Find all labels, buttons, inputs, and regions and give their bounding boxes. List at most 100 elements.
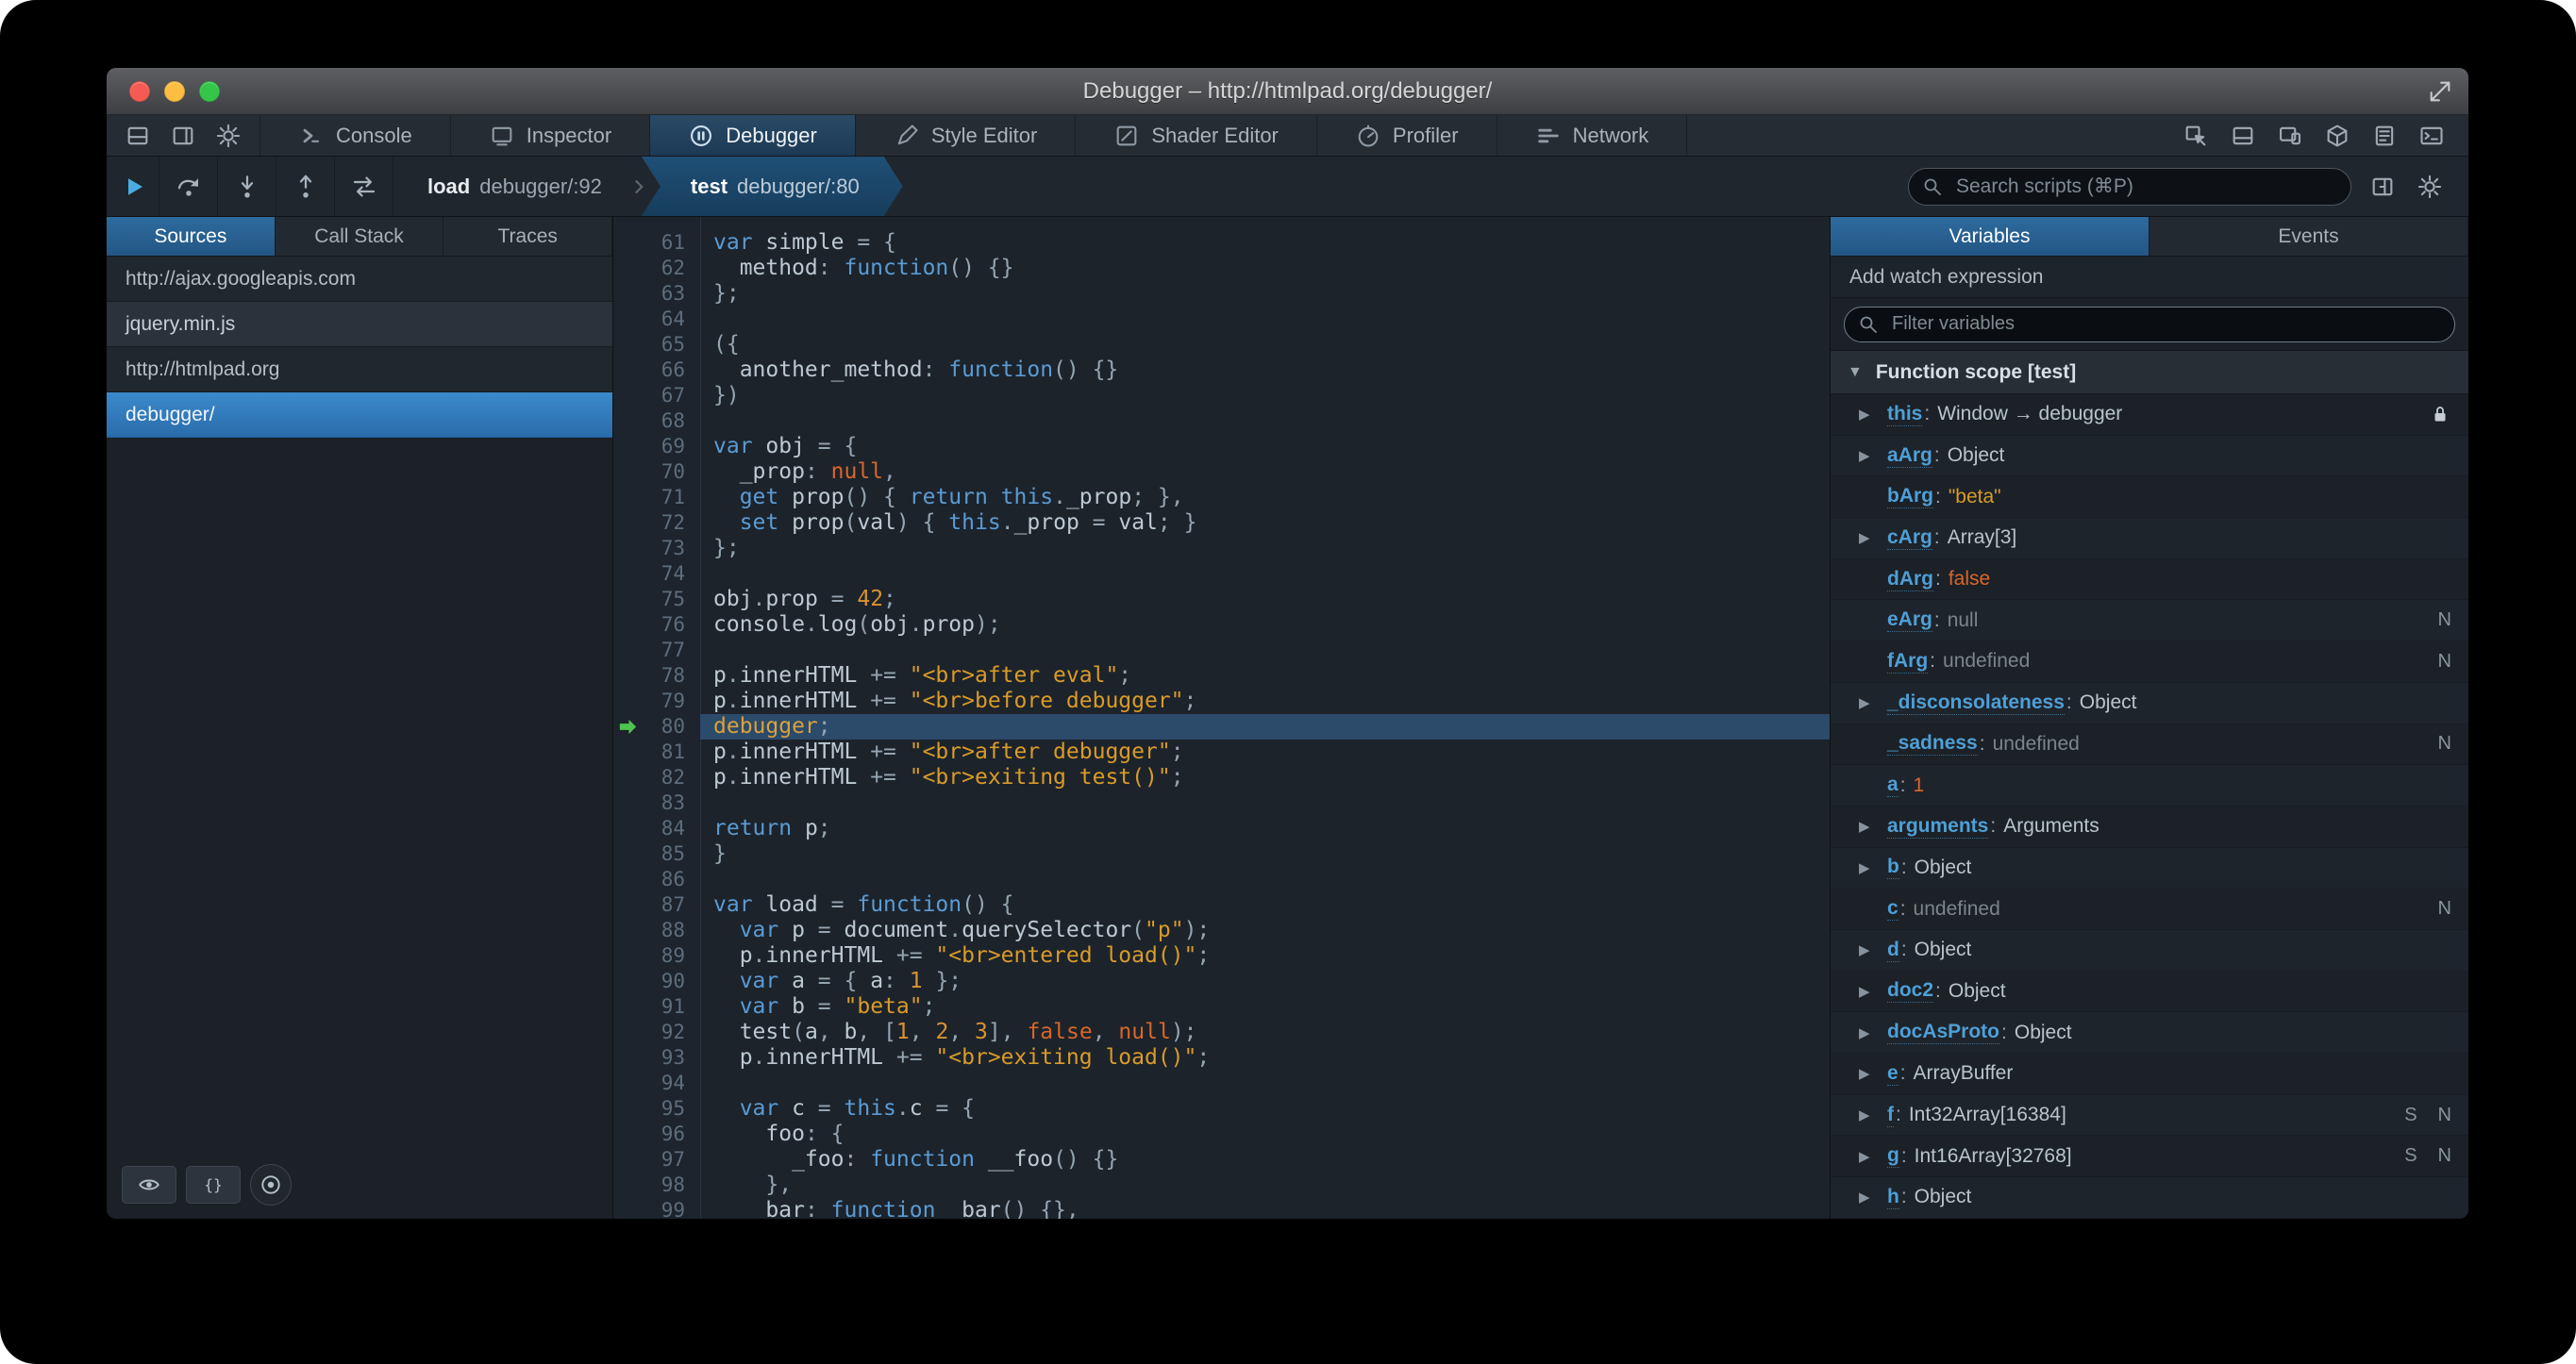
expand-arrow-icon[interactable]: ▶: [1859, 1065, 1887, 1082]
line-number[interactable]: 79: [613, 689, 700, 714]
tab-profiler[interactable]: Profiler: [1317, 115, 1497, 156]
line-content[interactable]: var obj = {: [700, 434, 1830, 459]
line-content[interactable]: var p = document.querySelector("p");: [700, 918, 1830, 943]
sources-tab-call-stack[interactable]: Call Stack: [276, 217, 444, 256]
expand-arrow-icon[interactable]: ▶: [1859, 941, 1887, 958]
step-over-button[interactable]: [159, 157, 218, 216]
source-item-debugger-[interactable]: debugger/: [107, 392, 612, 438]
line-number[interactable]: 66: [613, 358, 700, 383]
variable-row-e[interactable]: ▶ e: ArrayBuffer: [1831, 1054, 2468, 1095]
breadcrumb-test[interactable]: test debugger/:80: [642, 157, 903, 216]
line-number[interactable]: 68: [613, 408, 700, 434]
line-number[interactable]: 75: [613, 587, 700, 612]
sidebar-toggle-button[interactable]: [161, 119, 205, 153]
line-number[interactable]: 92: [613, 1020, 700, 1045]
line-number[interactable]: 62: [613, 256, 700, 281]
line-content[interactable]: another_method: function() {}: [700, 358, 1830, 383]
settings-gear-button[interactable]: [207, 119, 250, 153]
line-number[interactable]: 81: [613, 740, 700, 765]
filter-variables-input[interactable]: [1844, 306, 2455, 342]
dock-panel-button[interactable]: [116, 119, 159, 153]
pretty-print-button[interactable]: {}: [186, 1166, 241, 1204]
toggle-panes-button[interactable]: [2361, 170, 2404, 204]
line-number[interactable]: 98: [613, 1173, 700, 1198]
line-number[interactable]: 86: [613, 867, 700, 892]
variable-row--sadness[interactable]: _sadness: undefined N: [1831, 724, 2468, 766]
variable-row-farg[interactable]: fArg: undefined N: [1831, 641, 2468, 683]
code-editor[interactable]: 61 var simple = {62 method: function() {}…: [613, 217, 1830, 1219]
line-number[interactable]: 65: [613, 332, 700, 358]
line-number[interactable]: 89: [613, 943, 700, 969]
debugger-options-gear-button[interactable]: [2408, 170, 2451, 204]
line-content[interactable]: [700, 638, 1830, 663]
line-number[interactable]: 78: [613, 663, 700, 689]
tilt-3d-button[interactable]: [2316, 119, 2359, 153]
variable-row-doc2[interactable]: ▶ doc2: Object: [1831, 972, 2468, 1013]
scratchpad-button[interactable]: [2363, 119, 2406, 153]
split-console-button[interactable]: [2221, 119, 2265, 153]
line-content[interactable]: },: [700, 1173, 1830, 1198]
line-number[interactable]: 88: [613, 918, 700, 943]
tab-console[interactable]: Console: [260, 115, 451, 156]
line-content[interactable]: p.innerHTML += "<br>before debugger";: [700, 689, 1830, 714]
minimize-window-button[interactable]: [164, 80, 185, 102]
line-content[interactable]: obj.prop = 42;: [700, 587, 1830, 612]
variables-tab-variables[interactable]: Variables: [1831, 217, 2149, 256]
line-content[interactable]: p.innerHTML += "<br>exiting load()";: [700, 1045, 1830, 1071]
variable-row--disconsolateness[interactable]: ▶ _disconsolateness: Object: [1831, 682, 2468, 724]
expand-arrow-icon[interactable]: ▶: [1859, 859, 1887, 876]
line-number[interactable]: 85: [613, 841, 700, 867]
line-number[interactable]: 87: [613, 892, 700, 918]
line-number[interactable]: 97: [613, 1147, 700, 1173]
line-content[interactable]: p.innerHTML += "<br>after debugger";: [700, 740, 1830, 765]
variable-row-d[interactable]: ▶ d: Object: [1831, 929, 2468, 972]
variable-row-earg[interactable]: eArg: null N: [1831, 600, 2468, 642]
expand-arrow-icon[interactable]: ▶: [1859, 983, 1887, 1000]
line-content[interactable]: return p;: [700, 816, 1830, 841]
line-content[interactable]: debugger;: [700, 714, 1830, 740]
line-number[interactable]: 72: [613, 510, 700, 536]
variable-row-docasproto[interactable]: ▶ docAsProto: Object: [1831, 1012, 2468, 1054]
line-number[interactable]: 83: [613, 790, 700, 816]
line-content[interactable]: p.innerHTML += "<br>entered load()";: [700, 943, 1830, 969]
line-content[interactable]: [700, 790, 1830, 816]
tab-inspector[interactable]: Inspector: [451, 115, 651, 156]
line-content[interactable]: set prop(val) { this._prop = val; }: [700, 510, 1830, 536]
variable-row-a[interactable]: a:1: [1831, 765, 2468, 807]
line-number[interactable]: 94: [613, 1071, 700, 1096]
tab-debugger[interactable]: Debugger: [650, 115, 856, 156]
line-content[interactable]: [700, 867, 1830, 892]
variables-tab-events[interactable]: Events: [2149, 217, 2468, 256]
step-in-button[interactable]: [218, 157, 276, 216]
line-content[interactable]: var simple = {: [700, 230, 1830, 256]
variable-row-f[interactable]: ▶ f: Int32Array[16384] S N: [1831, 1094, 2468, 1137]
line-content[interactable]: [700, 408, 1830, 434]
line-content[interactable]: test(a, b, [1, 2, 3], false, null);: [700, 1020, 1830, 1045]
expand-arrow-icon[interactable]: ▶: [1859, 447, 1887, 464]
line-number[interactable]: 99: [613, 1198, 700, 1219]
line-number[interactable]: 73: [613, 536, 700, 561]
line-number[interactable]: 76: [613, 612, 700, 638]
tab-style-editor[interactable]: Style Editor: [856, 115, 1077, 156]
line-number[interactable]: 71: [613, 485, 700, 510]
expand-arrow-icon[interactable]: ▶: [1859, 694, 1887, 711]
source-item-http-htmlpad-org[interactable]: http://htmlpad.org: [107, 347, 612, 392]
scope-header[interactable]: ▼ Function scope [test]: [1831, 351, 2468, 394]
line-number[interactable]: 63: [613, 281, 700, 307]
line-number[interactable]: 69: [613, 434, 700, 459]
line-number[interactable]: 90: [613, 969, 700, 994]
zoom-window-button[interactable]: [199, 80, 220, 102]
line-content[interactable]: method: function() {}: [700, 256, 1830, 281]
line-content[interactable]: console.log(obj.prop);: [700, 612, 1830, 638]
line-content[interactable]: var c = this.c = {: [700, 1096, 1830, 1122]
variable-row-carg[interactable]: ▶ cArg: Array[3]: [1831, 518, 2468, 559]
line-number[interactable]: 61: [613, 230, 700, 256]
variable-row-aarg[interactable]: ▶ aArg: Object: [1831, 435, 2468, 477]
line-content[interactable]: var b = "beta";: [700, 994, 1830, 1020]
responsive-design-button[interactable]: [2268, 119, 2312, 153]
variable-row-g[interactable]: ▶ g: Int16Array[32768] S N: [1831, 1136, 2468, 1178]
line-content[interactable]: bar: function _bar() {},: [700, 1198, 1830, 1219]
line-content[interactable]: p.innerHTML += "<br>after eval";: [700, 663, 1830, 689]
expand-arrow-icon[interactable]: ▶: [1859, 818, 1887, 835]
line-content[interactable]: [700, 1071, 1830, 1096]
